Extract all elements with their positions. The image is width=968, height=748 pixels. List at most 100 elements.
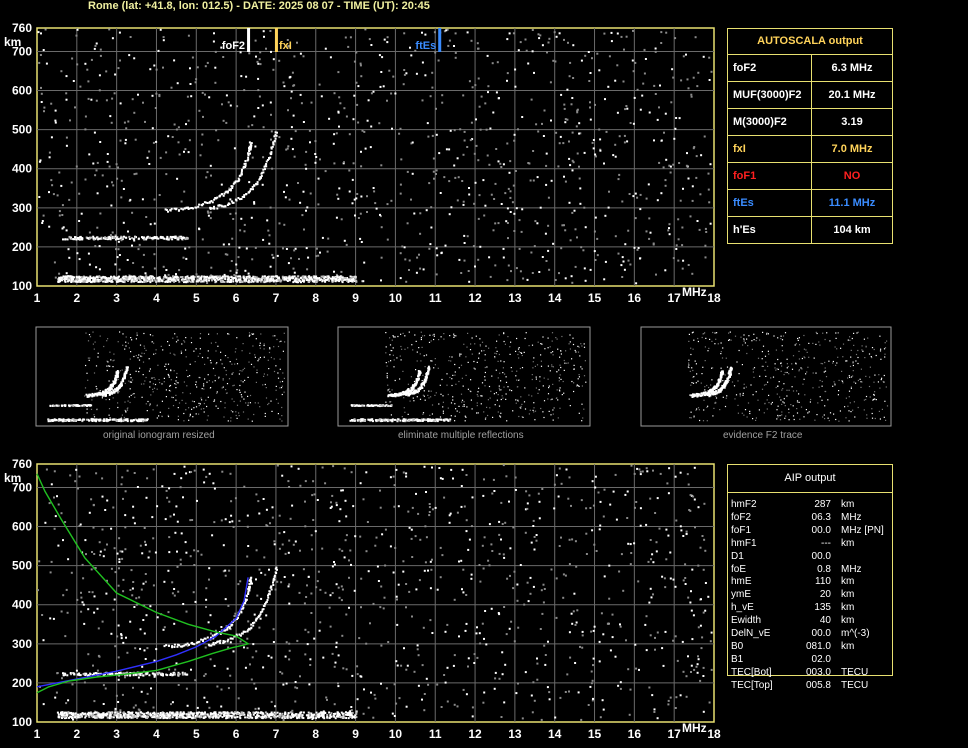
trace-dot bbox=[124, 418, 127, 421]
noise-dot bbox=[183, 190, 186, 193]
noise-dot bbox=[335, 216, 338, 219]
noise-dot bbox=[517, 386, 519, 388]
noise-dot bbox=[281, 380, 284, 383]
noise-dot bbox=[498, 353, 500, 356]
noise-dot bbox=[117, 406, 119, 409]
noise-dot bbox=[625, 105, 628, 107]
trace-dot bbox=[416, 418, 419, 421]
noise-dot bbox=[796, 412, 799, 414]
noise-dot bbox=[541, 44, 544, 47]
noise-dot bbox=[168, 376, 170, 378]
noise-dot bbox=[421, 335, 424, 337]
noise-dot bbox=[556, 389, 558, 391]
noise-dot bbox=[266, 374, 269, 376]
noise-dot bbox=[763, 384, 766, 386]
noise-dot bbox=[531, 344, 534, 346]
noise-dot bbox=[510, 367, 512, 369]
noise-dot bbox=[573, 382, 575, 384]
noise-dot bbox=[278, 136, 281, 139]
trace-dot bbox=[328, 279, 331, 282]
noise-dot bbox=[675, 248, 678, 250]
noise-dot bbox=[776, 393, 778, 395]
noise-dot bbox=[333, 270, 335, 273]
noise-dot bbox=[509, 389, 511, 391]
noise-dot bbox=[468, 187, 470, 189]
noise-dot bbox=[340, 270, 343, 273]
noise-dot bbox=[869, 366, 871, 368]
noise-dot bbox=[307, 631, 310, 634]
noise-dot bbox=[248, 361, 250, 363]
trace-dot bbox=[355, 404, 358, 407]
noise-dot bbox=[710, 384, 712, 386]
noise-dot bbox=[247, 418, 249, 420]
noise-dot bbox=[449, 335, 451, 337]
noise-dot bbox=[697, 337, 699, 340]
trace-dot bbox=[114, 277, 117, 280]
trace-dot bbox=[116, 277, 119, 280]
noise-dot bbox=[231, 373, 233, 375]
noise-dot bbox=[502, 372, 504, 374]
trace-dot bbox=[150, 237, 153, 240]
noise-dot bbox=[176, 376, 178, 378]
noise-dot bbox=[143, 332, 145, 335]
noise-dot bbox=[263, 375, 265, 377]
trace-dot bbox=[278, 276, 280, 279]
noise-dot bbox=[130, 381, 133, 383]
noise-dot bbox=[224, 355, 227, 357]
noise-dot bbox=[881, 377, 883, 379]
noise-dot bbox=[241, 396, 243, 398]
noise-dot bbox=[485, 128, 488, 131]
noise-dot bbox=[593, 230, 596, 233]
noise-dot bbox=[138, 354, 140, 356]
noise-dot bbox=[724, 405, 727, 408]
noise-dot bbox=[550, 352, 552, 354]
noise-dot bbox=[857, 331, 859, 333]
noise-dot bbox=[675, 244, 678, 247]
noise-dot bbox=[554, 60, 557, 63]
noise-dot bbox=[242, 381, 244, 383]
noise-dot bbox=[704, 346, 706, 348]
noise-dot bbox=[113, 92, 116, 95]
noise-dot bbox=[241, 370, 243, 372]
trace-dot bbox=[427, 372, 430, 375]
noise-dot bbox=[689, 215, 692, 218]
noise-dot bbox=[726, 366, 729, 368]
noise-dot bbox=[449, 376, 451, 379]
noise-dot bbox=[427, 394, 429, 396]
trace-dot bbox=[146, 418, 149, 421]
noise-dot bbox=[517, 353, 519, 356]
noise-dot bbox=[314, 140, 317, 143]
noise-dot bbox=[643, 72, 646, 75]
noise-dot bbox=[360, 195, 363, 198]
noise-dot bbox=[93, 348, 95, 350]
noise-dot bbox=[265, 47, 267, 50]
noise-dot bbox=[393, 366, 395, 368]
noise-dot bbox=[674, 127, 677, 130]
noise-dot bbox=[91, 399, 93, 401]
noise-dot bbox=[315, 156, 318, 158]
noise-dot bbox=[548, 37, 551, 40]
noise-dot bbox=[206, 171, 209, 174]
noise-dot bbox=[550, 119, 552, 122]
noise-dot bbox=[687, 264, 690, 266]
noise-dot bbox=[611, 636, 614, 639]
trace-dot bbox=[125, 236, 128, 239]
trace-dot bbox=[230, 276, 233, 279]
noise-dot bbox=[518, 351, 520, 353]
noise-dot bbox=[865, 346, 867, 348]
noise-dot bbox=[778, 381, 780, 383]
noise-dot bbox=[222, 56, 225, 58]
noise-dot bbox=[788, 389, 790, 391]
noise-dot bbox=[509, 190, 512, 193]
noise-dot bbox=[283, 332, 285, 334]
noise-dot bbox=[547, 249, 550, 252]
noise-dot bbox=[626, 140, 629, 143]
noise-dot bbox=[434, 358, 436, 360]
noise-dot bbox=[390, 92, 393, 95]
noise-dot bbox=[94, 341, 96, 343]
noise-dot bbox=[791, 368, 794, 370]
noise-dot bbox=[545, 152, 548, 155]
noise-dot bbox=[388, 388, 390, 390]
x-tick-label: 4 bbox=[153, 291, 160, 305]
noise-dot bbox=[299, 93, 302, 96]
